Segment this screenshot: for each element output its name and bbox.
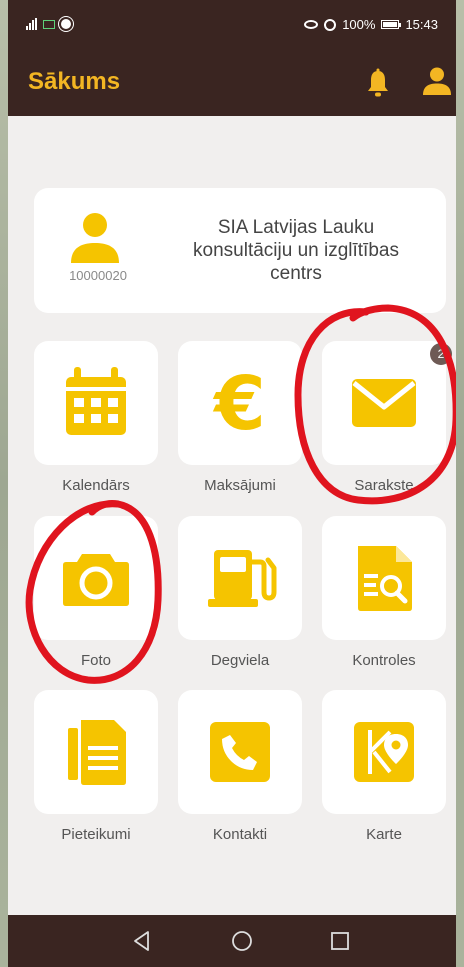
back-icon[interactable] (130, 929, 154, 953)
fuel-pump-icon (208, 550, 277, 607)
navigation-bar (8, 915, 456, 967)
tile-label: Maksājumi (204, 477, 276, 494)
mail-icon (352, 379, 416, 427)
calendar-icon (66, 367, 126, 435)
profile-id: 10000020 (69, 268, 127, 283)
tile-label: Sarakste (354, 477, 414, 494)
tile-maksajumi[interactable]: € (178, 341, 302, 465)
home-icon[interactable] (230, 929, 254, 953)
tile-label: Karte (366, 826, 402, 843)
tile-label: Kontakti (212, 826, 268, 843)
camera-icon (63, 554, 129, 606)
tile-degviela[interactable] (178, 516, 302, 640)
svg-text:€: € (212, 361, 266, 447)
sim-icon (43, 19, 55, 29)
eye-icon (304, 20, 319, 29)
status-left (26, 18, 71, 30)
status-bar: 100% 15:43 (8, 0, 456, 56)
signal-icon (26, 18, 37, 30)
map-pin-icon (354, 722, 414, 782)
profile-card[interactable]: 10000020 SIA Latvijas Lauku konsultāciju… (34, 188, 446, 313)
tile-label: Degviela (210, 652, 270, 669)
status-time: 15:43 (405, 17, 438, 32)
avatar (71, 213, 119, 263)
battery-percent: 100% (342, 17, 376, 32)
tile-label: Pieteikumi (61, 826, 131, 843)
bell-icon[interactable] (366, 68, 390, 98)
documents-icon (68, 720, 126, 785)
brightness-icon (61, 19, 71, 29)
unread-badge: 2 (430, 343, 452, 365)
tile-label: Kontroles (352, 652, 416, 669)
tile-sarakste[interactable] (322, 341, 446, 465)
tile-kontakti[interactable] (178, 690, 302, 814)
battery-icon (381, 20, 402, 29)
tile-karte[interactable] (322, 690, 446, 814)
app-bar: Sākums (8, 56, 456, 116)
tile-kalendars[interactable] (34, 341, 158, 465)
page-title: Sākums (28, 68, 121, 95)
phone-icon (210, 722, 270, 782)
user-icon[interactable] (422, 66, 452, 96)
tile-label: Kalendārs (62, 477, 130, 494)
euro-icon: € (212, 361, 266, 447)
status-right: 100% 15:43 (304, 17, 438, 32)
tile-label: Foto (80, 652, 111, 669)
profile-name: SIA Latvijas Lauku konsultāciju un izglī… (193, 217, 399, 284)
tile-foto[interactable] (34, 516, 158, 640)
tile-pieteikumi[interactable] (34, 690, 158, 814)
document-search-icon (358, 546, 412, 611)
alarm-icon (324, 18, 337, 31)
app-screen: 100% 15:43 Sākums 10000020 SIA Latvijas … (8, 0, 456, 967)
tile-kontroles[interactable] (322, 516, 446, 640)
recents-icon[interactable] (328, 929, 352, 953)
